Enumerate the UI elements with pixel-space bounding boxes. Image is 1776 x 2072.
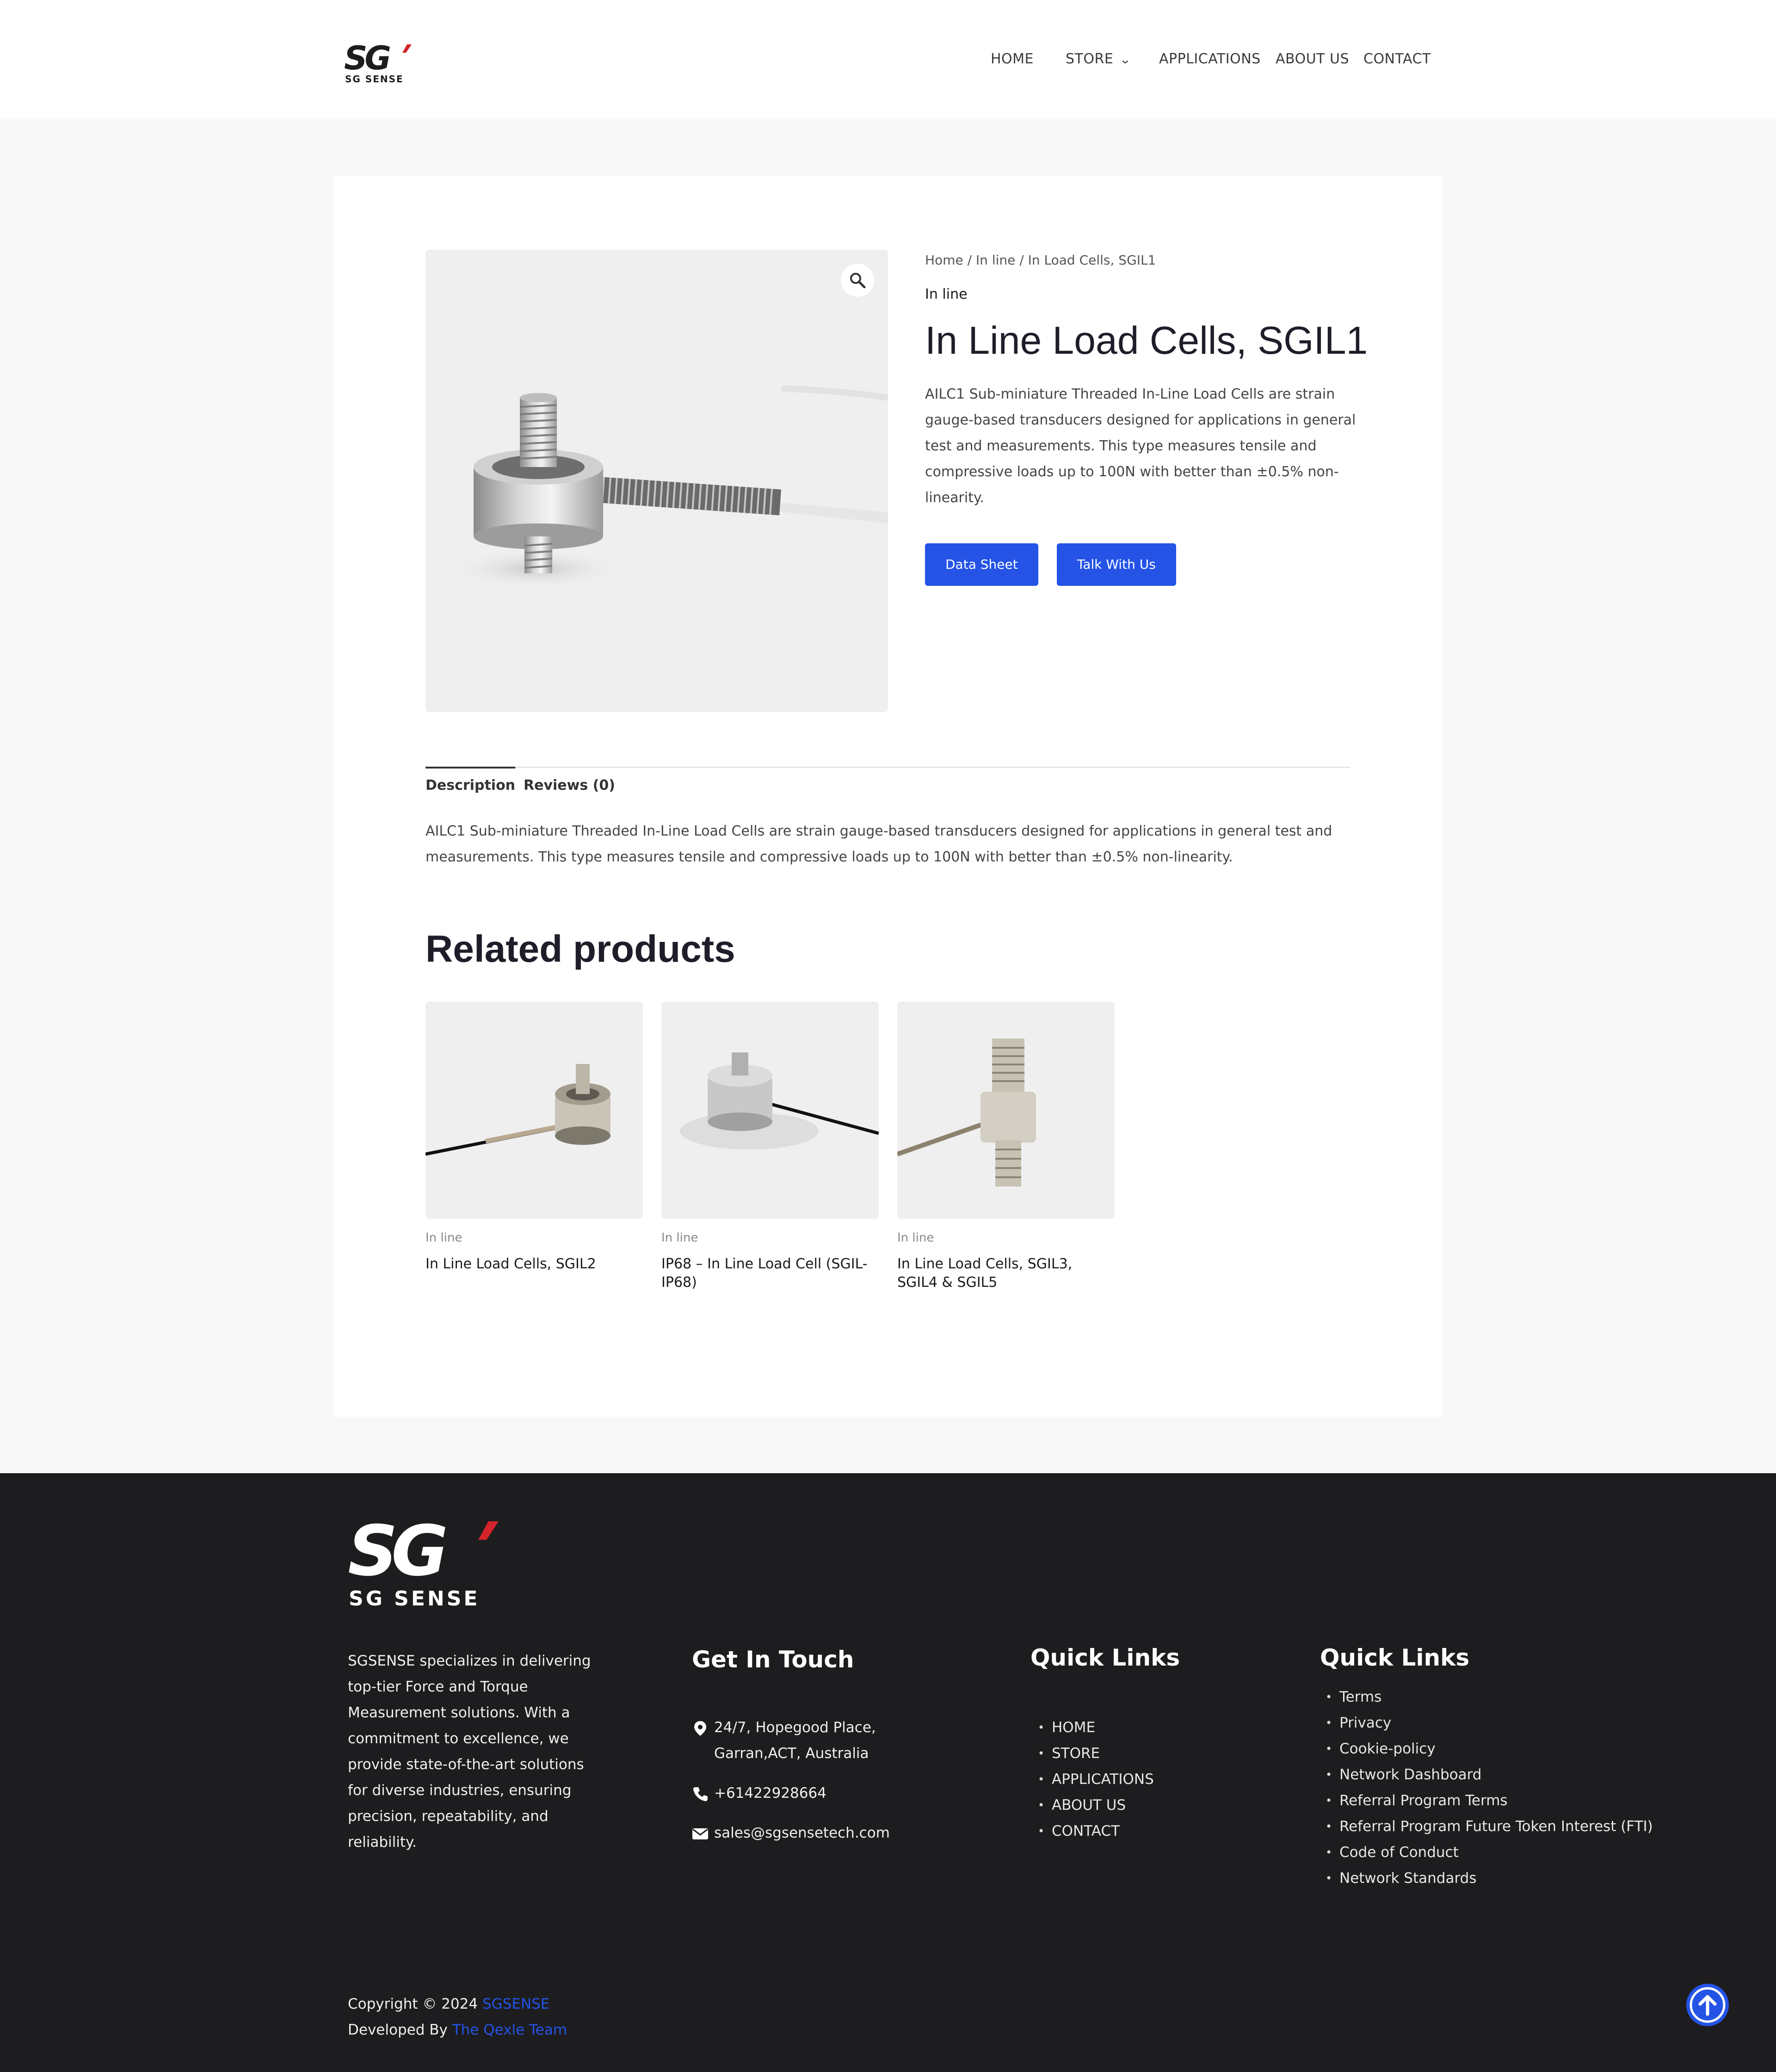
footer-about-text: SGSENSE specializes in delivering top-ti… — [348, 1653, 591, 1851]
quick-links-heading: Quick Links — [1030, 1644, 1180, 1671]
data-sheet-button[interactable]: Data Sheet — [925, 543, 1038, 586]
footer-logo[interactable]: SG SG SENSE — [348, 1511, 510, 1611]
copyright-prefix: Copyright © 2024 — [348, 1996, 482, 2012]
footer-link-privacy[interactable]: Privacy — [1326, 1710, 1653, 1736]
footer-link-network-dashboard[interactable]: Network Dashboard — [1326, 1762, 1653, 1788]
footer-address-line1: 24/7, Hopegood Place, — [714, 1719, 876, 1736]
product-actions: Data Sheet Talk With Us — [925, 543, 1360, 586]
related-product-image[interactable] — [661, 1002, 879, 1219]
tab-description[interactable]: Description — [426, 767, 516, 793]
svg-text:SG SENSE: SG SENSE — [345, 74, 404, 85]
breadcrumb: Home / In line / In Load Cells, SGIL1 — [925, 252, 1360, 268]
zoom-button[interactable] — [841, 264, 874, 297]
tab-reviews[interactable]: Reviews (0) — [524, 777, 615, 793]
footer-link-network-standards[interactable]: Network Standards — [1326, 1865, 1653, 1891]
chevron-down-icon: ⌄ — [1119, 53, 1132, 66]
breadcrumb-category[interactable]: In line — [976, 252, 1015, 268]
breadcrumb-separator: / — [1015, 252, 1028, 268]
nav-home[interactable]: HOME — [991, 51, 1034, 67]
search-icon — [850, 273, 866, 289]
footer-link-code-of-conduct[interactable]: Code of Conduct — [1326, 1839, 1653, 1865]
arrow-up-circle-icon — [1690, 1987, 1726, 2023]
related-product-card[interactable]: In line In Line Load Cells, SGIL3, SGIL4… — [897, 1002, 1115, 1292]
related-product-card[interactable]: In line IP68 – In Line Load Cell (SGIL-I… — [661, 1002, 879, 1292]
related-product-image[interactable] — [897, 1002, 1115, 1219]
related-product-name[interactable]: In Line Load Cells, SGIL3, SGIL4 & SGIL5 — [897, 1255, 1115, 1292]
related-products: In line In Line Load Cells, SGIL2 In lin… — [426, 1002, 1119, 1297]
developed-by-line: Developed By The Qexle Team — [348, 2017, 567, 2043]
location-pin-icon — [694, 1721, 706, 1736]
site-header: SG SG SENSE HOME STORE ⌄ APPLICATIONS ABO… — [0, 0, 1776, 119]
load-cell-illustration — [449, 385, 888, 590]
footer-link-cookie-policy[interactable]: Cookie-policy — [1326, 1736, 1653, 1762]
footer-link-referral-fti[interactable]: Referral Program Future Token Interest (… — [1326, 1814, 1653, 1839]
breadcrumb-current: In Load Cells, SGIL1 — [1028, 252, 1156, 268]
scroll-to-top-button[interactable] — [1686, 1984, 1729, 2026]
nav-store[interactable]: STORE ⌄ — [1066, 51, 1132, 67]
related-product-category[interactable]: In line — [897, 1231, 1115, 1245]
footer-phone[interactable]: +61422928664 — [714, 1780, 826, 1806]
nav-store-label: STORE — [1066, 51, 1114, 67]
footer-link-referral-terms[interactable]: Referral Program Terms — [1326, 1788, 1653, 1814]
description-text: AILC1 Sub-miniature Threaded In-Line Loa… — [426, 823, 1332, 865]
footer-link-home[interactable]: HOME — [1038, 1715, 1154, 1740]
related-product-card[interactable]: In line In Line Load Cells, SGIL2 — [426, 1002, 643, 1273]
product-title: In Line Load Cells, SGIL1 — [925, 319, 1368, 362]
footer-link-store[interactable]: STORE — [1038, 1740, 1154, 1766]
developed-by-prefix: Developed By — [348, 2022, 452, 2038]
svg-text:SG: SG — [348, 1518, 445, 1592]
email-icon — [692, 1828, 708, 1839]
site-footer: SG SG SENSE SGSENSE specializes in deliv… — [0, 1473, 1776, 2072]
talk-with-us-button[interactable]: Talk With Us — [1056, 543, 1176, 586]
footer-link-applications[interactable]: APPLICATIONS — [1038, 1766, 1154, 1792]
nav-contact[interactable]: CONTACT — [1363, 51, 1431, 67]
related-product-image[interactable] — [426, 1002, 643, 1219]
product-category[interactable]: In line — [925, 286, 1360, 302]
legal-links-list: Terms Privacy Cookie-policy Network Dash… — [1326, 1684, 1653, 1891]
footer-link-terms[interactable]: Terms — [1326, 1684, 1653, 1710]
copyright-brand-link[interactable]: SGSENSE — [482, 1996, 549, 2012]
load-cell-illustration — [680, 1052, 879, 1150]
product-tabs: Description Reviews (0) — [426, 767, 1350, 799]
product-summary: Home / In line / In Load Cells, SGIL1 In… — [925, 250, 1368, 586]
product-short-description: AILC1 Sub-miniature Threaded In-Line Loa… — [925, 386, 1356, 506]
product-main-image[interactable] — [426, 250, 888, 712]
main-nav: HOME STORE ⌄ APPLICATIONS ABOUT US CONTAC… — [0, 51, 1776, 69]
quick-links-heading: Quick Links — [1320, 1644, 1470, 1671]
footer-link-about-us[interactable]: ABOUT US — [1038, 1792, 1154, 1818]
footer-address-line2: Garran,ACT, Australia — [714, 1745, 869, 1762]
breadcrumb-home[interactable]: Home — [925, 252, 963, 268]
related-product-name[interactable]: In Line Load Cells, SGIL2 — [426, 1255, 643, 1273]
nav-applications[interactable]: APPLICATIONS — [1159, 51, 1261, 67]
related-product-name[interactable]: IP68 – In Line Load Cell (SGIL-IP68) — [661, 1255, 879, 1292]
phone-icon — [693, 1787, 708, 1801]
related-product-category[interactable]: In line — [661, 1231, 879, 1245]
developer-link[interactable]: The Qexle Team — [452, 2022, 567, 2038]
copyright-line: Copyright © 2024 SGSENSE — [348, 1991, 567, 2017]
load-cell-illustration — [897, 1039, 1036, 1187]
breadcrumb-separator: / — [963, 252, 976, 268]
svg-text:SG SENSE: SG SENSE — [349, 1587, 480, 1610]
nav-about-us[interactable]: ABOUT US — [1276, 51, 1349, 67]
related-products-heading: Related products — [426, 928, 735, 970]
load-cell-illustration — [426, 1064, 610, 1156]
quick-links-list: HOME STORE APPLICATIONS ABOUT US CONTACT — [1038, 1715, 1154, 1844]
footer-link-contact[interactable]: CONTACT — [1038, 1818, 1154, 1844]
related-product-category[interactable]: In line — [426, 1231, 643, 1245]
get-in-touch-heading: Get In Touch — [692, 1646, 854, 1673]
copyright: Copyright © 2024 SGSENSE Developed By Th… — [348, 1991, 567, 2043]
footer-email[interactable]: sales@sgsensetech.com — [714, 1820, 890, 1846]
